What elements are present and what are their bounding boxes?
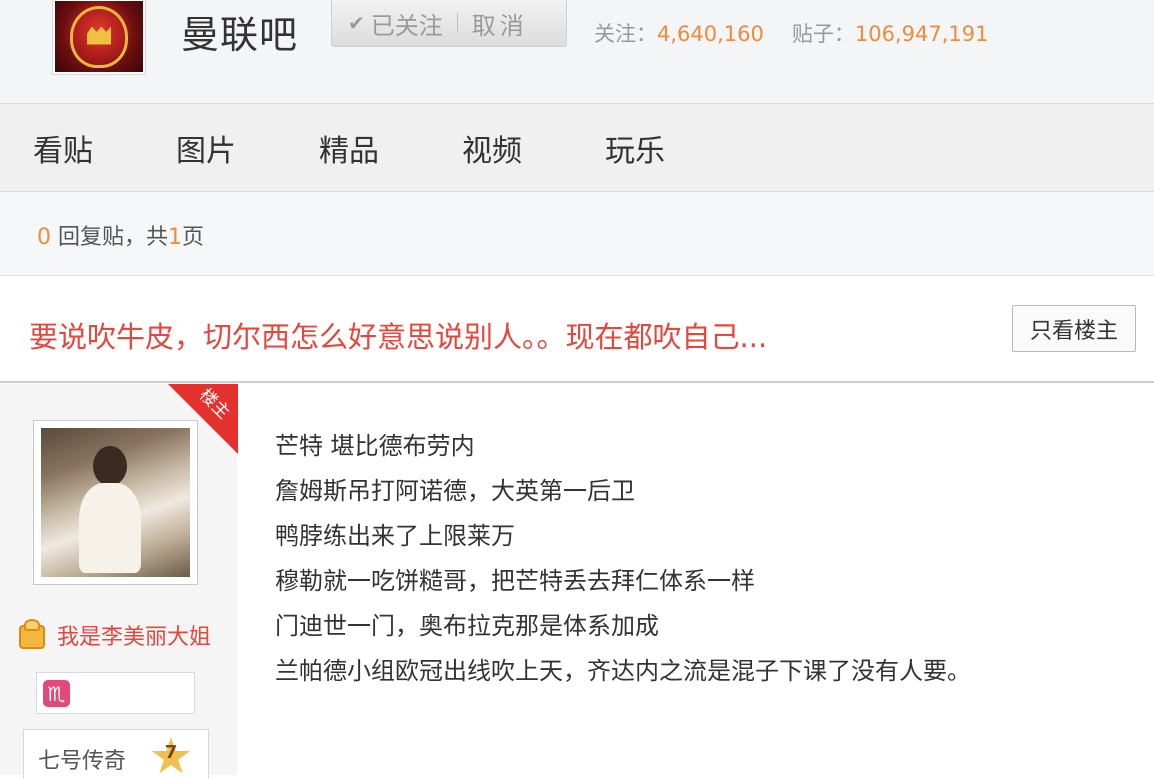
tab-images[interactable]: 图片 xyxy=(176,126,286,170)
tab-posts[interactable]: 看贴 xyxy=(33,126,143,170)
tab-fun[interactable]: 玩乐 xyxy=(605,126,715,170)
avatar-image xyxy=(41,428,190,577)
reply-summary: 0 回复贴，共1页 xyxy=(37,219,204,251)
check-icon: ✔ xyxy=(348,11,365,35)
reply-info-bar: 0 回复贴，共1页 xyxy=(0,192,1154,276)
only-op-button[interactable]: 只看楼主 xyxy=(1012,305,1136,352)
club-crest-icon xyxy=(70,5,128,68)
followed-label: 已关注 xyxy=(370,11,443,40)
reply-count: 0 xyxy=(37,225,51,250)
forum-logo[interactable] xyxy=(52,0,146,75)
author-username[interactable]: 我是李美丽大姐 xyxy=(57,619,211,651)
forum-nav: 看贴 图片 精品 视频 玩乐 xyxy=(0,104,1154,192)
forum-header: 曼联吧 ✔ 已关注 取消 关注：4,640,160 贴子：106,947,191 xyxy=(0,0,1154,104)
follow-button[interactable]: ✔ 已关注 取消 xyxy=(331,0,567,47)
unfollow-button[interactable]: 取消 xyxy=(472,6,528,41)
tab-featured[interactable]: 精品 xyxy=(319,126,429,170)
post-line: 芒特 堪比德布劳内 xyxy=(275,432,475,460)
author-panel: 楼主 我是李美丽大姐 ♏ 七号传奇 7 xyxy=(0,384,238,779)
level-number: 7 xyxy=(164,742,178,763)
post-content: 芒特 堪比德布劳内 詹姆斯吊打阿诺德，大英第一后卫 鸭脖练出来了上限莱万 穆勒就… xyxy=(275,424,971,694)
logo-image xyxy=(55,1,143,72)
level-box[interactable]: 七号传奇 7 xyxy=(23,729,209,779)
avatar[interactable] xyxy=(33,420,198,585)
forum-title[interactable]: 曼联吧 xyxy=(181,4,298,59)
post-count-label: 贴子： xyxy=(791,22,855,46)
post-line: 詹姆斯吊打阿诺德，大英第一后卫 xyxy=(275,477,635,505)
thread-header: 要说吹牛皮，切尔西怎么好意思说别人。。现在都吹自己... 只看楼主 xyxy=(0,276,1154,383)
reply-text: 回复贴，共 xyxy=(51,225,168,250)
thread-title: 要说吹牛皮，切尔西怎么好意思说别人。。现在都吹自己... xyxy=(29,320,768,354)
follow-count: 4,640,160 xyxy=(657,22,764,46)
level-name: 七号传奇 xyxy=(38,749,127,774)
scorpio-icon[interactable]: ♏ xyxy=(43,680,70,707)
vip-member-icon[interactable] xyxy=(15,619,49,651)
post-line: 穆勒就一吃饼糙哥，把芒特丢去拜仁体系一样 xyxy=(275,567,755,595)
page-suffix: 页 xyxy=(182,225,205,250)
author-name-row: 我是李美丽大姐 xyxy=(15,619,211,651)
post-line: 兰帕德小组欧冠出线吹上天，齐达内之流是混子下课了没有人要。 xyxy=(275,657,971,685)
post-count: 106,947,191 xyxy=(854,22,989,46)
post: 楼主 我是李美丽大姐 ♏ 七号传奇 7 芒特 堪比德布劳内 詹姆斯吊打阿诺德，大… xyxy=(0,384,1154,779)
follow-count-label: 关注： xyxy=(594,22,657,46)
post-line: 鸭脖练出来了上限莱万 xyxy=(275,522,515,550)
badge-box: ♏ xyxy=(36,672,195,714)
page-count: 1 xyxy=(168,225,182,250)
forum-stats: 关注：4,640,160 贴子：106,947,191 xyxy=(594,18,989,48)
tab-videos[interactable]: 视频 xyxy=(462,126,572,170)
divider xyxy=(456,13,458,33)
post-line: 门迪世一门，奥布拉克那是体系加成 xyxy=(275,612,659,640)
